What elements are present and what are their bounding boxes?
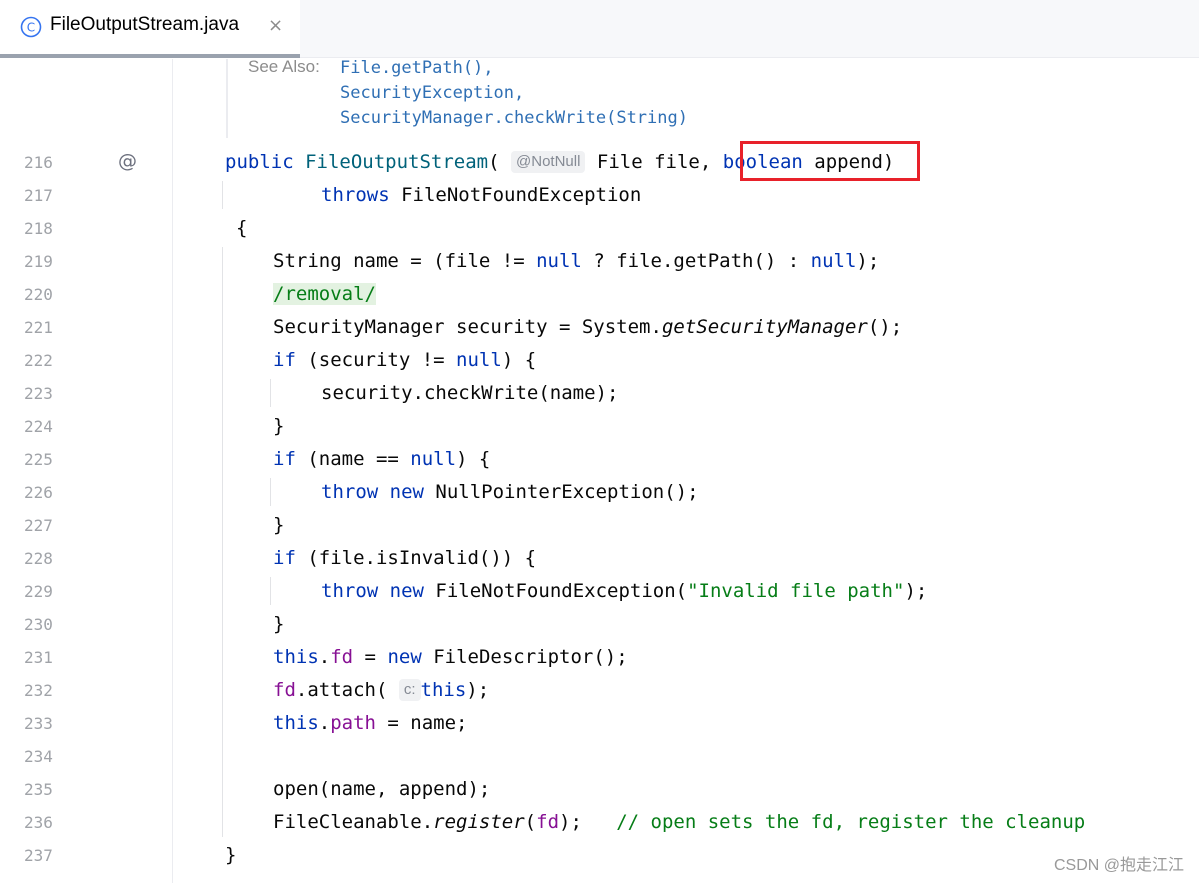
line-number: 222 xyxy=(24,351,53,370)
code-line[interactable]: 221 SecurityManager security = System.ge… xyxy=(0,311,1199,344)
line-number: 223 xyxy=(24,384,53,403)
code-text: open(name, append); xyxy=(273,778,491,800)
line-number: 232 xyxy=(24,681,53,700)
line-number: 226 xyxy=(24,483,53,502)
line-number: 228 xyxy=(24,549,53,568)
line-number: 231 xyxy=(24,648,53,667)
code-line[interactable]: 220 /removal/ xyxy=(0,278,1199,311)
code-line[interactable]: 236 FileCleanable.register(fd); // open … xyxy=(0,806,1199,839)
code-line[interactable]: 235 open(name, append); xyxy=(0,773,1199,806)
doc-link-file-getpath[interactable]: File.getPath(), xyxy=(340,58,494,78)
inlay-hint: c: xyxy=(398,679,421,701)
line-number: 237 xyxy=(24,846,53,865)
watermark: CSDN @抱走江江 xyxy=(1053,857,1184,874)
code-line[interactable]: 224 } xyxy=(0,410,1199,443)
code-editor[interactable]: See Also: File.getPath(), SecurityExcept… xyxy=(0,57,1199,883)
code-text: } xyxy=(273,514,285,536)
removal-annotation: /removal/ xyxy=(273,283,376,305)
line-number: 224 xyxy=(24,417,53,436)
code-line[interactable]: 234 xyxy=(0,740,1199,773)
code-text: throws FileNotFoundException xyxy=(321,184,642,206)
tab-file-output-stream[interactable]: C FileOutputStream.java × xyxy=(0,0,300,58)
line-number: 225 xyxy=(24,450,53,469)
code-line[interactable]: 225 if (name == null) { xyxy=(0,443,1199,476)
line-number: 227 xyxy=(24,516,53,535)
code-text: if (security != null) { xyxy=(273,349,537,371)
code-text: this.fd = new FileDescriptor(); xyxy=(273,646,628,668)
code-text: throw new NullPointerException(); xyxy=(321,481,699,503)
code-line[interactable]: 232 fd.attach( c: this); xyxy=(0,674,1199,707)
line-number: 221 xyxy=(24,318,53,337)
line-number: 234 xyxy=(24,747,53,766)
line-number: 219 xyxy=(24,252,53,271)
code-line[interactable]: 231 this.fd = new FileDescriptor(); xyxy=(0,641,1199,674)
svg-text:C: C xyxy=(27,21,35,35)
doc-link-security-exception[interactable]: SecurityException, xyxy=(340,83,524,103)
javadoc-block xyxy=(226,59,228,138)
close-icon[interactable]: × xyxy=(268,16,283,36)
see-also-label: See Also: xyxy=(248,57,320,76)
code-line[interactable]: 230 } xyxy=(0,608,1199,641)
code-text: } xyxy=(273,415,285,437)
inlay-hint: @NotNull xyxy=(511,151,586,173)
code-line[interactable]: 223 security.checkWrite(name); xyxy=(0,377,1199,410)
code-line[interactable]: 228 if (file.isInvalid()) { xyxy=(0,542,1199,575)
line-number: 220 xyxy=(24,285,53,304)
code-line[interactable]: 227 } xyxy=(0,509,1199,542)
code-text: FileCleanable.register(fd); // open sets… xyxy=(273,811,1086,833)
editor-tab-bar: C FileOutputStream.java × xyxy=(0,0,1199,58)
line-number: 218 xyxy=(24,219,53,238)
code-text: SecurityManager security = System.getSec… xyxy=(273,316,903,338)
code-text: String name = (file != null ? file.getPa… xyxy=(273,250,880,272)
code-text: fd.attach( c: this); xyxy=(273,679,490,701)
code-line[interactable]: 217 throws FileNotFoundException xyxy=(0,179,1199,212)
code-text: if (file.isInvalid()) { xyxy=(273,547,537,569)
code-comment: // open sets the fd, register the cleanu… xyxy=(581,811,1086,833)
code-line[interactable]: 226 throw new NullPointerException(); xyxy=(0,476,1199,509)
code-text: this.path = name; xyxy=(273,712,468,734)
code-line[interactable]: 229 throw new FileNotFoundException("Inv… xyxy=(0,575,1199,608)
code-line[interactable]: 222 if (security != null) { xyxy=(0,344,1199,377)
code-text: { xyxy=(236,217,248,239)
code-line[interactable]: 218 { xyxy=(0,212,1199,245)
line-number: 235 xyxy=(24,780,53,799)
tab-title: FileOutputStream.java xyxy=(50,14,240,35)
line-number: 230 xyxy=(24,615,53,634)
highlight-box-annotation xyxy=(740,141,920,181)
code-line[interactable]: 237 } xyxy=(0,839,1199,872)
java-class-icon: C xyxy=(20,16,42,38)
line-number: 236 xyxy=(24,813,53,832)
code-text: /removal/ xyxy=(273,281,376,307)
line-number: 217 xyxy=(24,186,53,205)
code-text: throw new FileNotFoundException("Invalid… xyxy=(321,580,928,602)
code-line[interactable]: 233 this.path = name; xyxy=(0,707,1199,740)
line-number: 233 xyxy=(24,714,53,733)
code-text: } xyxy=(273,613,285,635)
doc-link-checkwrite[interactable]: SecurityManager.checkWrite(String) xyxy=(340,108,688,128)
code-text: security.checkWrite(name); xyxy=(321,382,619,404)
code-text: if (name == null) { xyxy=(273,448,491,470)
code-line[interactable]: 219 String name = (file != null ? file.g… xyxy=(0,245,1199,278)
code-line[interactable]: 216 public FileOutputStream( @NotNull Fi… xyxy=(0,146,1199,179)
code-text: } xyxy=(225,844,237,866)
line-number: 216 xyxy=(24,153,53,172)
line-number: 229 xyxy=(24,582,53,601)
